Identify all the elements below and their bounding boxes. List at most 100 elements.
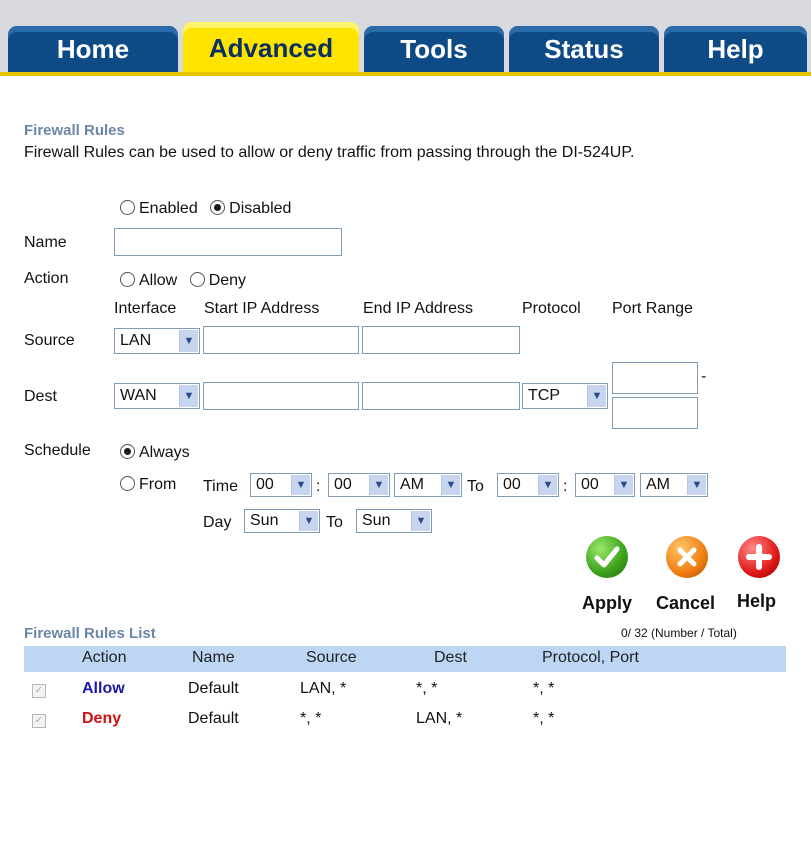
- chevron-down-icon: ▼: [538, 475, 557, 495]
- col-end-ip-label: End IP Address: [363, 300, 473, 317]
- rules-table-header: Action Name Source Dest Protocol, Port: [24, 646, 786, 672]
- port-start-input[interactable]: [612, 362, 698, 394]
- tab-status[interactable]: Status: [509, 26, 659, 72]
- day-to-select[interactable]: Sun ▼: [356, 509, 432, 533]
- time-to-label: To: [467, 478, 484, 495]
- from-ampm-select[interactable]: AM ▼: [394, 473, 462, 497]
- col-start-ip-label: Start IP Address: [204, 300, 320, 317]
- help-plus-icon[interactable]: [738, 536, 780, 578]
- cancel-x-icon[interactable]: [666, 536, 708, 578]
- day-to-label: To: [326, 514, 343, 531]
- source-interface-select[interactable]: LAN ▼: [114, 328, 200, 354]
- to-hour-value: 00: [503, 476, 521, 493]
- allow-label: Allow: [139, 272, 178, 289]
- dest-interface-select[interactable]: WAN ▼: [114, 383, 200, 409]
- apply-check-icon[interactable]: [586, 536, 628, 578]
- from-option: From: [120, 476, 176, 494]
- always-radio[interactable]: [120, 444, 135, 459]
- source-start-ip-input[interactable]: [203, 326, 359, 354]
- header-source: Source: [306, 649, 357, 666]
- row-name: Default: [188, 680, 239, 697]
- status-radio-group: Enabled Disabled: [120, 200, 291, 218]
- to-ampm-value: AM: [646, 476, 670, 493]
- dest-start-ip-input[interactable]: [203, 382, 359, 410]
- disabled-label: Disabled: [229, 200, 292, 217]
- enabled-radio[interactable]: [120, 200, 135, 215]
- to-hour-select[interactable]: 00 ▼: [497, 473, 559, 497]
- chevron-down-icon: ▼: [179, 385, 198, 407]
- port-end-input[interactable]: [612, 397, 698, 429]
- to-ampm-select[interactable]: AM ▼: [640, 473, 708, 497]
- dest-label: Dest: [24, 388, 57, 405]
- col-port-range-label: Port Range: [612, 300, 693, 317]
- deny-label: Deny: [208, 272, 247, 289]
- row-source: *, *: [300, 710, 322, 727]
- from-hour-value: 00: [256, 476, 274, 493]
- day-from-select[interactable]: Sun ▼: [244, 509, 320, 533]
- from-ampm-value: AM: [400, 476, 424, 493]
- tab-tools[interactable]: Tools: [364, 26, 504, 72]
- chevron-down-icon: ▼: [441, 475, 460, 495]
- from-minute-select[interactable]: 00 ▼: [328, 473, 390, 497]
- dest-interface-value: WAN: [120, 387, 157, 404]
- row-dest: *, *: [416, 680, 438, 697]
- header-protocol-port: Protocol, Port: [542, 649, 639, 666]
- from-minute-value: 00: [334, 476, 352, 493]
- schedule-label: Schedule: [24, 442, 91, 459]
- chevron-down-icon: ▼: [299, 511, 318, 531]
- row-checkbox[interactable]: ✓: [32, 714, 46, 728]
- rules-count: 0/ 32 (Number / Total): [621, 626, 737, 640]
- disabled-radio[interactable]: [210, 200, 226, 215]
- tab-help[interactable]: Help: [664, 26, 807, 72]
- section-description: Firewall Rules can be used to allow or d…: [24, 144, 635, 161]
- dest-end-ip-input[interactable]: [362, 382, 520, 410]
- source-label: Source: [24, 332, 75, 349]
- source-interface-value: LAN: [120, 332, 152, 349]
- time-label: Time: [203, 478, 238, 495]
- col-protocol-label: Protocol: [522, 300, 581, 317]
- dest-protocol-select[interactable]: TCP ▼: [522, 383, 608, 409]
- chevron-down-icon: ▼: [687, 475, 706, 495]
- row-checkbox[interactable]: ✓: [32, 684, 46, 698]
- top-navigation: Home Advanced Tools Status Help: [0, 0, 811, 76]
- tab-home[interactable]: Home: [8, 26, 178, 72]
- content-panel: Firewall Rules Firewall Rules can be use…: [0, 76, 811, 860]
- col-interface-label: Interface: [114, 300, 177, 317]
- name-input[interactable]: [114, 228, 342, 256]
- rules-list-title: Firewall Rules List: [24, 625, 156, 642]
- to-minute-select[interactable]: 00 ▼: [575, 473, 635, 497]
- to-minute-value: 00: [581, 476, 599, 493]
- from-radio[interactable]: [120, 476, 135, 491]
- row-action: Deny: [82, 710, 122, 727]
- chevron-down-icon: ▼: [411, 511, 430, 531]
- chevron-down-icon: ▼: [369, 475, 388, 495]
- source-end-ip-input[interactable]: [362, 326, 520, 354]
- help-button[interactable]: Help: [737, 591, 776, 612]
- tab-advanced[interactable]: Advanced: [183, 22, 359, 74]
- chevron-down-icon: ▼: [587, 385, 606, 407]
- day-label: Day: [203, 514, 232, 531]
- chevron-down-icon: ▼: [179, 330, 198, 352]
- cancel-button[interactable]: Cancel: [656, 593, 715, 614]
- always-option: Always: [120, 444, 190, 462]
- action-label: Action: [24, 270, 69, 287]
- from-label: From: [139, 476, 177, 493]
- day-to-value: Sun: [362, 512, 391, 529]
- chevron-down-icon: ▼: [291, 475, 310, 495]
- allow-radio[interactable]: [120, 272, 135, 287]
- header-action: Action: [82, 649, 127, 666]
- time-colon: :: [563, 478, 568, 495]
- chevron-down-icon: ▼: [614, 475, 633, 495]
- section-title: Firewall Rules: [24, 122, 125, 139]
- header-name: Name: [192, 649, 235, 666]
- dest-protocol-value: TCP: [528, 387, 560, 404]
- deny-radio[interactable]: [189, 272, 205, 287]
- action-radio-group: Allow Deny: [120, 272, 246, 290]
- port-dash: -: [701, 368, 707, 385]
- day-from-value: Sun: [250, 512, 279, 529]
- row-protocol-port: *, *: [533, 710, 555, 727]
- enabled-label: Enabled: [139, 200, 198, 217]
- always-label: Always: [139, 444, 190, 461]
- apply-button[interactable]: Apply: [582, 593, 632, 614]
- from-hour-select[interactable]: 00 ▼: [250, 473, 312, 497]
